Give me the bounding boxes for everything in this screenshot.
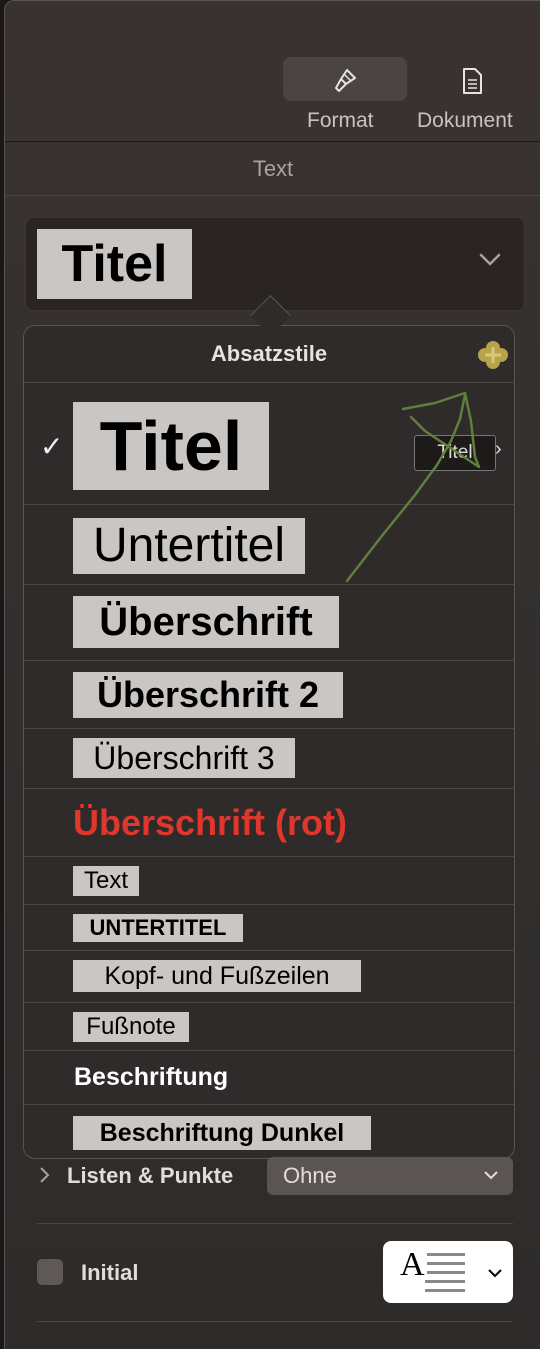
- paragraph-styles-popover: Absatzstile ✓ Titel Titel › Untertitel Ü…: [23, 325, 515, 1159]
- chevron-down-icon: [479, 253, 501, 266]
- dropcap-style-button[interactable]: A: [383, 1241, 513, 1303]
- style-row-ueberschrift-rot[interactable]: Überschrift (rot): [24, 788, 514, 856]
- style-row-ueberschrift-3[interactable]: Überschrift 3: [24, 728, 514, 788]
- lists-label: Listen & Punkte: [67, 1163, 234, 1188]
- document-icon: [463, 68, 482, 94]
- current-style-preview: Titel: [37, 229, 192, 299]
- style-label: Beschriftung: [74, 1063, 229, 1091]
- style-label: Überschrift 2: [73, 672, 343, 718]
- text-lines-icon: [425, 1253, 465, 1292]
- inspector-toolbar: Format Dokument: [5, 1, 540, 142]
- checkmark-icon: ✓: [40, 431, 64, 462]
- tab-format[interactable]: [283, 57, 407, 101]
- style-row-beschriftung[interactable]: Beschriftung: [24, 1050, 514, 1104]
- paintbrush-icon: [335, 69, 356, 92]
- style-row-ueberschrift-2[interactable]: Überschrift 2: [24, 660, 514, 728]
- style-row-fussnote[interactable]: Fußnote: [24, 1002, 514, 1050]
- chevron-down-icon: [488, 1269, 502, 1278]
- chevron-right-icon: ›: [495, 438, 502, 460]
- dropcap-letter-icon: A: [400, 1246, 425, 1283]
- section-title: Text: [252, 156, 294, 181]
- chevron-right-icon[interactable]: [38, 1165, 52, 1185]
- initial-checkbox[interactable]: [37, 1259, 63, 1285]
- lists-select[interactable]: Ohne: [267, 1157, 513, 1195]
- lists-select-value: Ohne: [283, 1163, 337, 1188]
- add-style-plus-icon[interactable]: [476, 340, 510, 370]
- divider: [37, 1321, 513, 1322]
- style-row-beschriftung-dunkel[interactable]: Beschriftung Dunkel: [24, 1104, 514, 1158]
- style-label: Überschrift: [73, 596, 339, 648]
- style-row-titel[interactable]: ✓ Titel Titel ›: [24, 382, 514, 504]
- style-label: Titel: [73, 402, 269, 490]
- format-inspector-panel: Format Dokument Text Titel Absatzstile ✓…: [4, 0, 540, 1349]
- style-row-kopf-fusszeilen[interactable]: Kopf- und Fußzeilen: [24, 950, 514, 1002]
- style-row-ueberschrift[interactable]: Überschrift: [24, 584, 514, 660]
- style-row-text[interactable]: Text: [24, 856, 514, 904]
- style-label: Fußnote: [73, 1012, 189, 1042]
- divider: [5, 195, 540, 196]
- style-label: Text: [73, 866, 139, 896]
- popover-title: Absatzstile: [210, 341, 328, 366]
- style-label: Kopf- und Fußzeilen: [73, 960, 361, 992]
- tooltip: Titel: [414, 435, 496, 471]
- tab-dokument[interactable]: [413, 57, 531, 101]
- style-label: Überschrift 3: [73, 738, 295, 778]
- style-row-untertitel[interactable]: Untertitel: [24, 504, 514, 584]
- style-label: Überschrift (rot): [73, 802, 348, 843]
- style-label: UNTERTITEL: [73, 914, 243, 942]
- chevron-down-icon: [484, 1171, 498, 1180]
- tab-format-label[interactable]: Format: [307, 109, 374, 133]
- divider: [37, 1223, 513, 1224]
- tab-dokument-label[interactable]: Dokument: [417, 109, 513, 133]
- style-label: Beschriftung Dunkel: [73, 1116, 371, 1150]
- initial-label: Initial: [81, 1260, 139, 1285]
- paragraph-style-select[interactable]: Titel: [25, 217, 525, 311]
- style-label: Untertitel: [73, 518, 305, 574]
- style-row-untertitel-caps[interactable]: UNTERTITEL: [24, 904, 514, 950]
